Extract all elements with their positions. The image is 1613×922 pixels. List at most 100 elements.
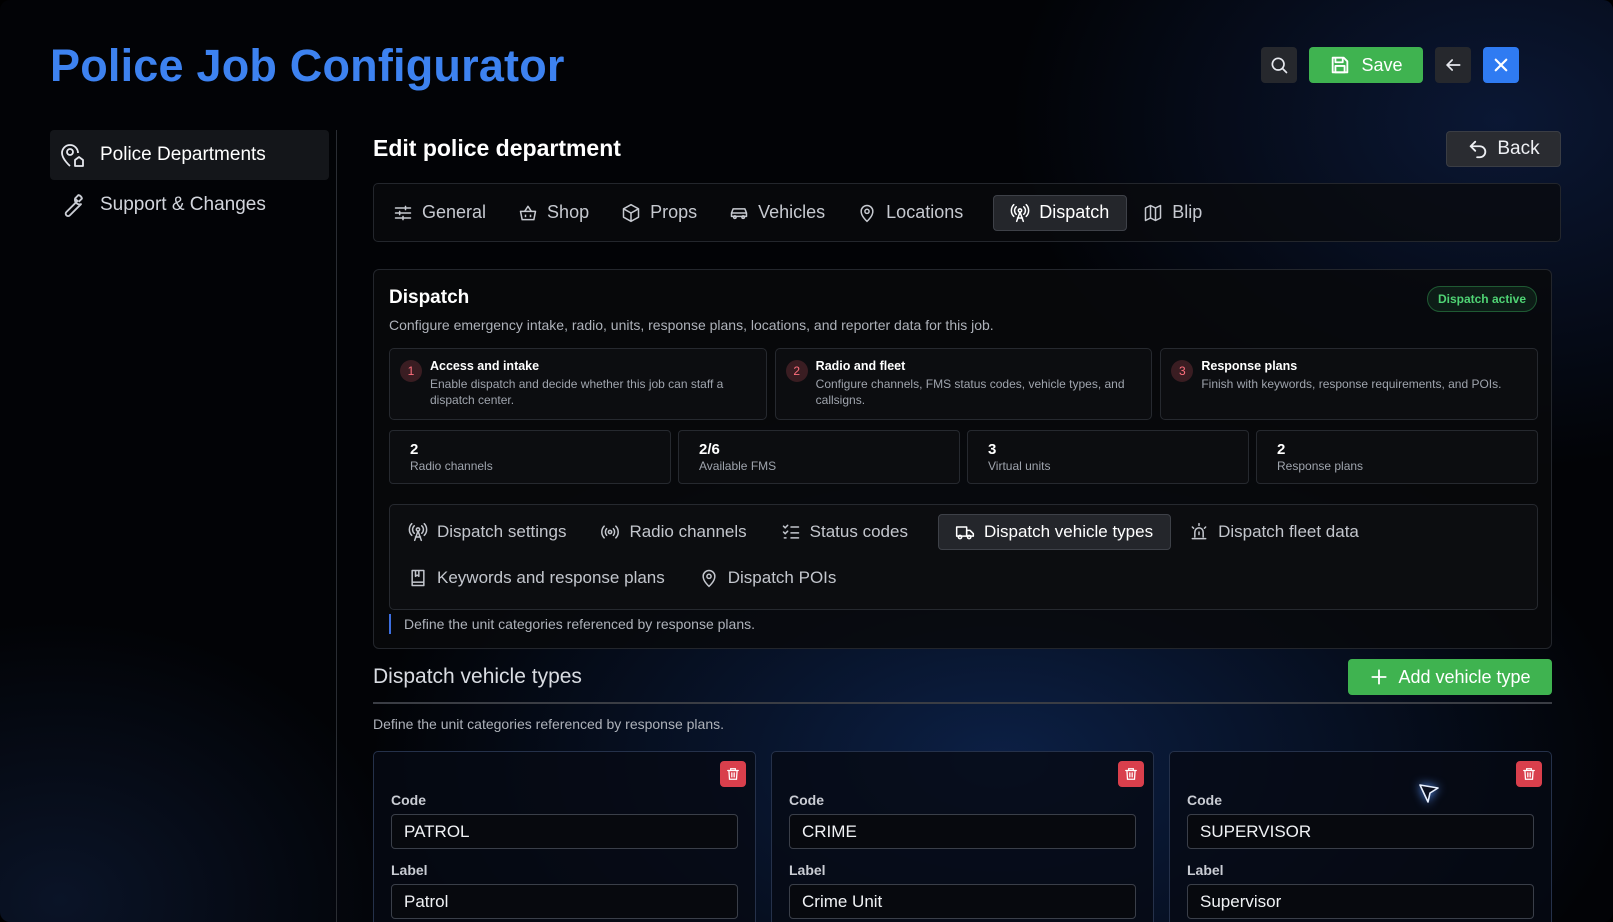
tab-blip[interactable]: Blip (1141, 195, 1218, 231)
delete-vehicle-type-button[interactable] (720, 761, 746, 787)
dispatch-title: Dispatch (389, 287, 470, 308)
wrench-icon (64, 194, 83, 217)
stat-value: 3 (988, 441, 997, 458)
label-input[interactable]: Supervisor (1187, 884, 1534, 919)
subtab-label: Status codes (809, 522, 908, 541)
sidebar-item-support-changes[interactable]: Support & Changes (50, 180, 329, 230)
dispatch-stats: 2 Radio channels 2/6 Available FMS 3 Vir… (389, 430, 1538, 484)
sidebar-item-police-departments[interactable]: Police Departments (50, 130, 329, 180)
car-icon (730, 207, 748, 219)
subtab-radio-channels[interactable]: Radio channels (596, 514, 762, 550)
map-icon (1145, 204, 1162, 221)
stat-available-fms: 2/6 Available FMS (678, 430, 960, 484)
basket-icon (519, 205, 537, 220)
step-access-intake: 1 Access and intake Enable dispatch and … (389, 348, 767, 420)
label-input[interactable]: Crime Unit (789, 884, 1136, 919)
tab-label: Dispatch (1039, 202, 1110, 222)
subtab-label: Dispatch settings (437, 522, 567, 541)
code-label: Code (391, 792, 426, 808)
mouse-cursor-icon (1419, 784, 1439, 803)
tab-dispatch[interactable]: Dispatch (993, 194, 1128, 231)
status-badge: Dispatch active (1426, 286, 1537, 312)
close-icon (1494, 58, 1508, 72)
map-pin-icon (860, 204, 874, 222)
tab-vehicles[interactable]: Vehicles (727, 195, 841, 231)
section-description: Define the unit categories referenced by… (373, 716, 724, 732)
subtab-label: Dispatch vehicle types (983, 522, 1154, 541)
step-description: Enable dispatch and decide whether this … (430, 377, 724, 407)
top-actions: Save (1261, 47, 1519, 83)
sidebar-item-label: Support & Changes (100, 194, 266, 215)
subtab-dispatch-vehicle-types[interactable]: Dispatch vehicle types (937, 514, 1172, 550)
radio-tower-icon (1010, 203, 1030, 222)
map-pin-home-icon (61, 144, 84, 167)
subtab-dispatch-pois[interactable]: Dispatch POIs (695, 560, 853, 596)
arrow-left-icon (1446, 59, 1461, 71)
app-window: Police Job Configurator Save Police Depa… (0, 0, 1613, 922)
code-input[interactable]: SUPERVISOR (1187, 814, 1534, 849)
step-number: 2 (785, 360, 808, 382)
floppy-disk-icon (1332, 56, 1349, 74)
tab-general[interactable]: General (391, 195, 502, 231)
map-pin-icon (702, 569, 716, 588)
tab-shop[interactable]: Shop (516, 195, 605, 231)
dispatch-subtabs: Dispatch settings Radio channels Status … (389, 504, 1538, 610)
stat-value: 2 (410, 441, 419, 458)
trash-icon (1125, 768, 1137, 780)
radio-tower-icon (408, 522, 428, 542)
vehicle-type-card: Code CRIME Label Crime Unit (771, 751, 1154, 922)
sidebar-divider (336, 130, 337, 922)
plus-icon (1371, 669, 1388, 685)
subtab-status-codes[interactable]: Status codes (777, 514, 924, 550)
save-button[interactable]: Save (1309, 47, 1423, 83)
stat-label: Radio channels (410, 459, 493, 473)
trash-icon (727, 768, 739, 780)
sidebar: Police Departments Support & Changes (50, 130, 329, 230)
close-button[interactable] (1483, 47, 1519, 83)
trash-icon (1523, 768, 1535, 780)
sidebar-item-label: Police Departments (100, 144, 266, 165)
box-icon (622, 203, 640, 222)
sliders-icon (394, 205, 412, 220)
dispatch-subtitle: Configure emergency intake, radio, units… (389, 317, 994, 333)
label-input[interactable]: Patrol (391, 884, 738, 919)
label-label: Label (789, 862, 826, 878)
code-input[interactable]: PATROL (391, 814, 738, 849)
vehicle-type-card: Code SUPERVISOR Label Supervisor (1169, 751, 1552, 922)
stat-value: 2/6 (699, 441, 720, 458)
subtab-label: Dispatch fleet data (1218, 522, 1359, 541)
checklist-icon (782, 524, 799, 539)
subtab-label: Keywords and response plans (437, 568, 665, 587)
delete-vehicle-type-button[interactable] (1118, 761, 1144, 787)
broadcast-icon (601, 525, 620, 539)
code-label: Code (789, 792, 824, 808)
search-button[interactable] (1261, 47, 1297, 83)
delete-vehicle-type-button[interactable] (1516, 761, 1542, 787)
tab-label: Props (650, 202, 698, 222)
step-radio-fleet: 2 Radio and fleet Configure channels, FM… (774, 348, 1153, 420)
stat-radio-channels: 2 Radio channels (389, 430, 671, 484)
tab-label: Locations (886, 202, 964, 222)
page-title: Edit police department (373, 135, 621, 161)
code-input[interactable]: CRIME (789, 814, 1136, 849)
back-button[interactable]: Back (1446, 131, 1561, 167)
subtab-dispatch-settings[interactable]: Dispatch settings (404, 514, 582, 550)
subtab-dispatch-fleet-data[interactable]: Dispatch fleet data (1185, 514, 1375, 550)
tab-label: Shop (547, 202, 590, 222)
dispatch-card: Dispatch Dispatch active Configure emerg… (373, 269, 1552, 649)
dispatch-steps: 1 Access and intake Enable dispatch and … (389, 348, 1539, 420)
back-arrow-button[interactable] (1435, 47, 1471, 83)
tab-props[interactable]: Props (619, 195, 713, 231)
siren-icon (1191, 522, 1207, 540)
stat-label: Virtual units (988, 459, 1051, 473)
subtab-keywords-response-plans[interactable]: Keywords and response plans (404, 560, 681, 596)
back-button-label: Back (1497, 138, 1540, 159)
tab-locations[interactable]: Locations (855, 195, 979, 231)
tab-label: Vehicles (758, 202, 826, 222)
add-vehicle-type-button[interactable]: Add vehicle type (1348, 659, 1552, 695)
subtab-hint: Define the unit categories referenced by… (389, 614, 755, 634)
stat-label: Response plans (1277, 459, 1364, 473)
stat-value: 2 (1277, 441, 1286, 458)
step-response-plans: 3 Response plans Finish with keywords, r… (1160, 348, 1539, 420)
add-vehicle-type-label: Add vehicle type (1398, 666, 1531, 687)
